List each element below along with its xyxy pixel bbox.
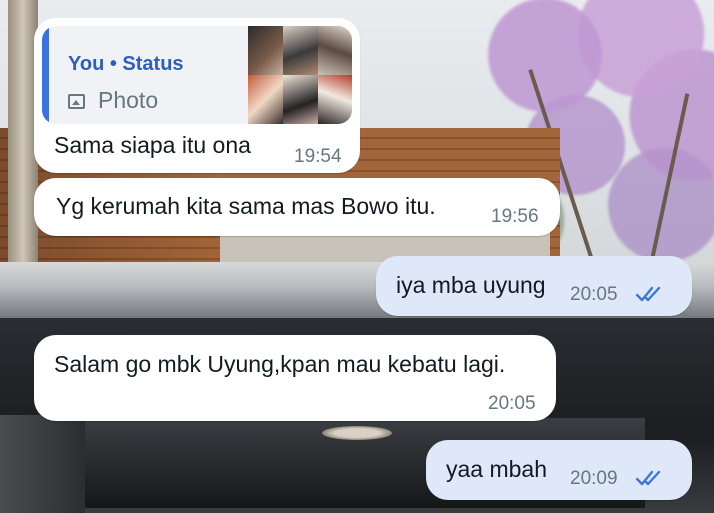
outgoing-message-bubble[interactable]: yaa mbah 20:09 [426, 440, 692, 500]
quote-accent-bar [42, 26, 49, 124]
message-timestamp: 20:05 [488, 393, 536, 414]
message-timestamp: 20:05 [570, 284, 618, 305]
message-timestamp: 19:56 [491, 206, 539, 227]
photo-icon [68, 94, 85, 109]
outgoing-message-bubble[interactable]: iya mba uyung 20:05 [376, 256, 692, 316]
quoted-status-author: You • Status [68, 53, 184, 75]
message-text: Yg kerumah kita sama mas Bowo itu. [56, 193, 436, 219]
incoming-message-bubble[interactable]: Yg kerumah kita sama mas Bowo itu. 19:56 [34, 178, 560, 236]
message-timestamp: 20:09 [570, 468, 618, 489]
quoted-status-reply[interactable]: You • Status Photo [42, 26, 352, 124]
message-text: Salam go mbk Uyung,kpan mau kebatu lagi. [54, 351, 506, 377]
message-text: Sama siapa itu ona [54, 132, 251, 158]
incoming-message-bubble[interactable]: You • Status Photo Sama siapa itu ona 19… [34, 18, 360, 173]
message-text: yaa mbah [446, 456, 548, 482]
quoted-media-type: Photo [98, 87, 159, 113]
status-photo-thumbnail [248, 26, 352, 124]
message-timestamp: 19:54 [294, 146, 342, 167]
read-receipt-icon [635, 470, 661, 486]
incoming-message-bubble[interactable]: Salam go mbk Uyung,kpan mau kebatu lagi.… [34, 335, 556, 421]
read-receipt-icon [635, 286, 661, 302]
chat-message-list: You • Status Photo Sama siapa itu ona 19… [0, 0, 714, 513]
message-text: iya mba uyung [396, 272, 546, 298]
